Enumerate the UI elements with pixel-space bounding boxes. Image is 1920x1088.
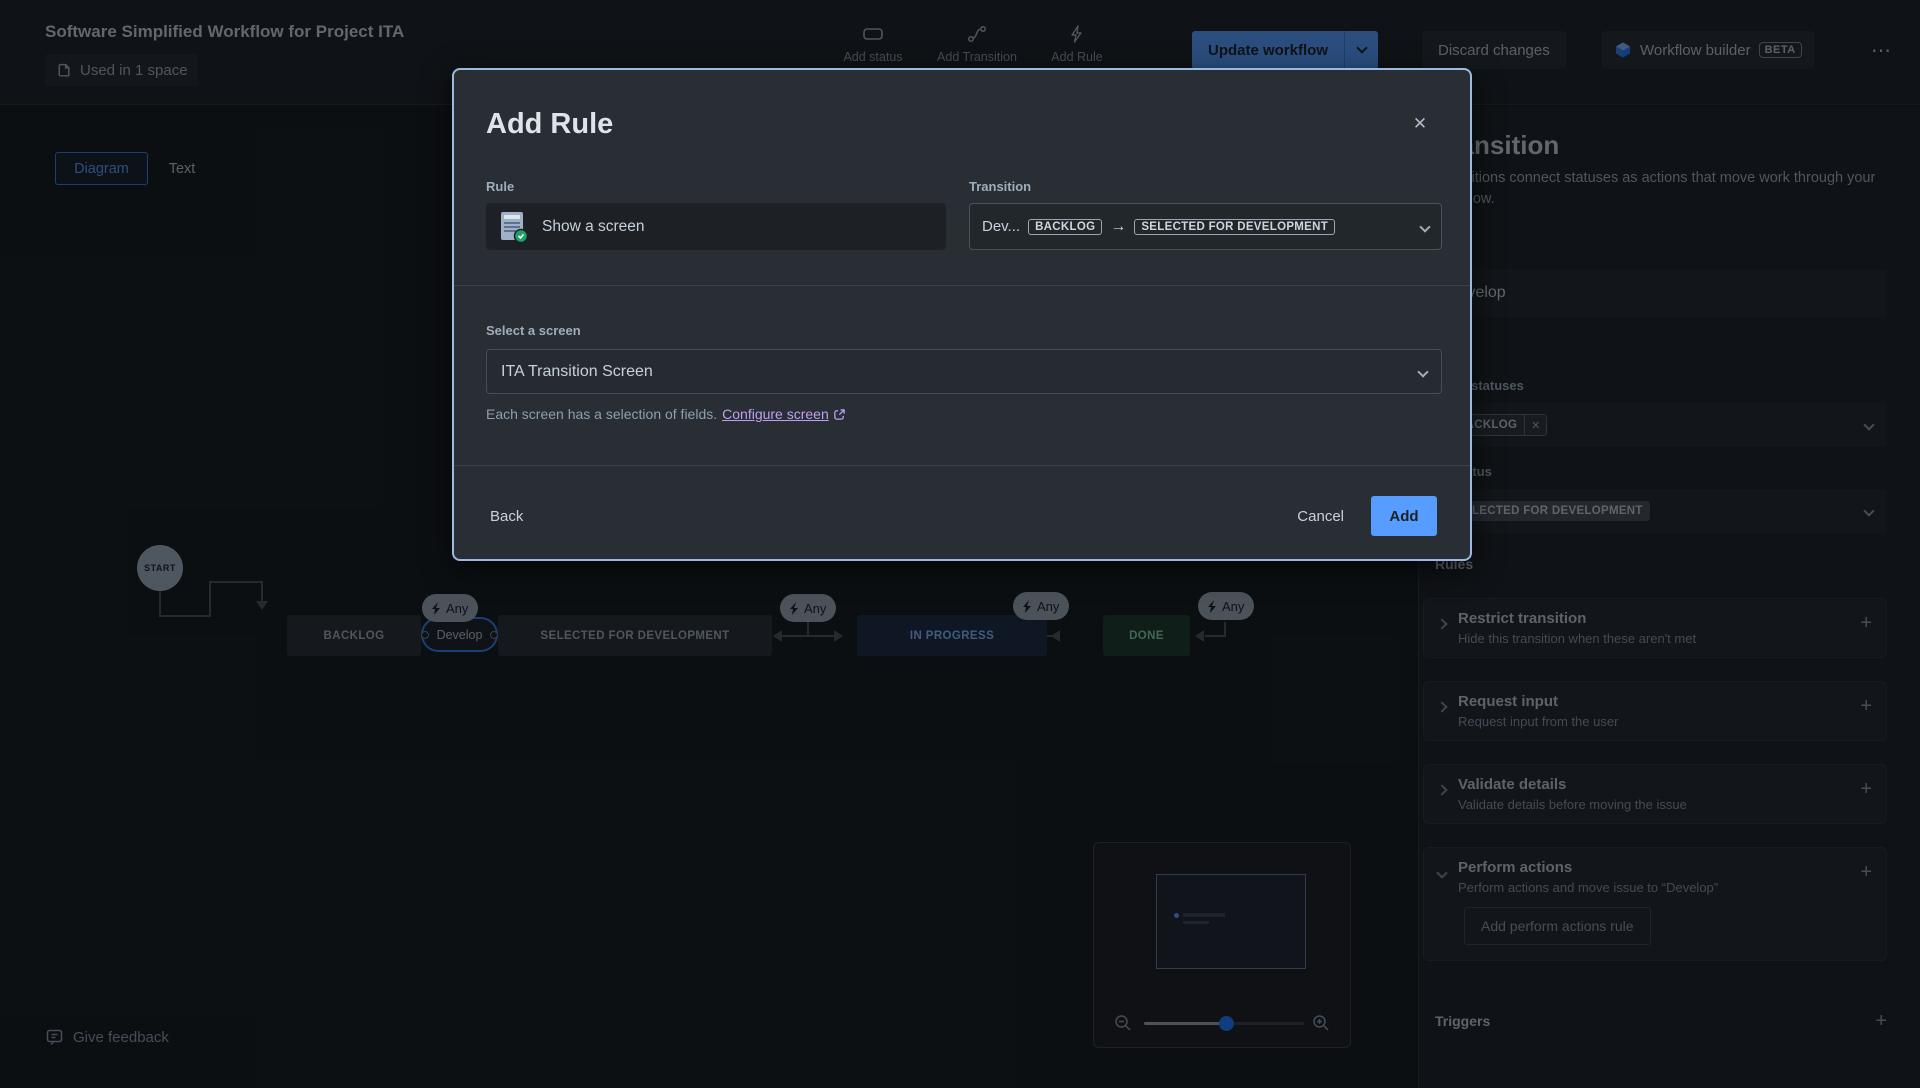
arrow-right-icon: → [1110,218,1126,236]
select-screen-label: Select a screen [486,323,581,338]
helper-text: Each screen has a selection of fields. [486,406,717,422]
to-status-lozenge: SELECTED FOR DEVELOPMENT [1134,219,1335,235]
close-icon[interactable]: ✕ [1406,110,1434,138]
modal-title: Add Rule [486,108,613,141]
footer-divider [454,465,1470,466]
cancel-button[interactable]: Cancel [1283,496,1358,536]
add-button[interactable]: Add [1371,496,1437,536]
add-rule-modal: Add Rule ✕ Rule Show a screen Transition… [452,68,1472,561]
chevron-down-icon [1419,363,1427,381]
transition-select[interactable]: Dev... BACKLOG → SELECTED FOR DEVELOPMEN… [969,203,1442,250]
configure-screen-link-label: Configure screen [722,406,829,422]
selected-rule-label: Show a screen [542,218,645,236]
screen-select-dropdown[interactable]: ITA Transition Screen [486,349,1442,394]
screen-helper-text: Each screen has a selection of fields. C… [486,406,846,422]
selected-rule-row[interactable]: Show a screen [486,203,946,250]
screen-select-value: ITA Transition Screen [501,363,653,381]
external-link-icon [833,408,846,421]
from-status-lozenge: BACKLOG [1028,219,1102,235]
chevron-down-icon [1421,218,1429,235]
workflow-editor-app: Software Simplified Workflow for Project… [0,0,1920,1088]
configure-screen-link[interactable]: Configure screen [722,406,846,422]
transition-field-label: Transition [969,179,1031,194]
transition-name-truncated: Dev... [982,218,1020,235]
section-divider [454,285,1470,286]
rule-field-label: Rule [486,179,514,194]
show-screen-icon [497,210,529,244]
back-button[interactable]: Back [476,496,537,536]
